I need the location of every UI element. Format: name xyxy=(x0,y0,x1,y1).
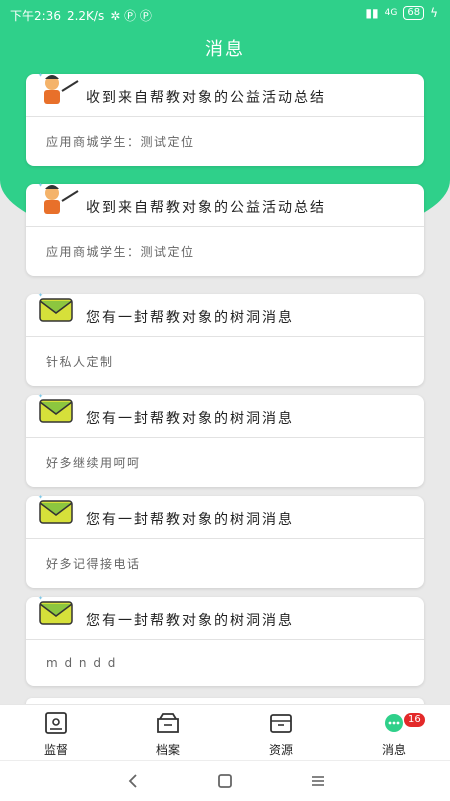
network-type: 4G xyxy=(384,8,398,18)
message-title: 您有一封帮教对象的树洞消息 xyxy=(86,613,294,629)
message-card[interactable]: ✦ 您有一封帮教对象的树洞消息 好多继续用呵呵 xyxy=(26,393,424,487)
teacher-icon: ✦ xyxy=(38,182,79,214)
message-title: 收到来自帮教对象的公益活动总结 xyxy=(86,90,326,106)
recents-icon[interactable] xyxy=(306,771,330,791)
svg-text:✦: ✦ xyxy=(38,182,43,189)
message-body: m d n d d xyxy=(46,656,117,670)
tab-resources[interactable]: 资源 xyxy=(225,711,337,759)
envelope-icon: ✦ xyxy=(38,292,73,322)
system-nav-bar xyxy=(0,760,450,801)
message-card[interactable]: ✦ 收到来自帮教对象的公益活动总结 应用商城学生：测试定位 xyxy=(26,72,424,166)
status-icons: ✲ Ⓟ Ⓟ xyxy=(110,9,152,23)
tab-messages[interactable]: 16 消息 xyxy=(338,711,450,759)
envelope-icon: ✦ xyxy=(38,595,73,625)
svg-text:✦: ✦ xyxy=(38,72,43,79)
message-body: 好多继续用呵呵 xyxy=(46,456,141,470)
message-body: 好多记得接电话 xyxy=(46,557,141,571)
message-title: 收到来自帮教对象的公益活动总结 xyxy=(86,200,326,216)
tab-label: 资源 xyxy=(268,743,293,757)
signal-icon: ▮▮ xyxy=(365,6,379,20)
svg-text:✦: ✦ xyxy=(38,595,43,602)
message-title: 您有一封帮教对象的树洞消息 xyxy=(86,310,294,326)
message-card[interactable]: ✦ 收到来自帮教对象的公益活动总结 应用商城学生：测试定位 xyxy=(26,182,424,276)
status-time: 下午2:36 xyxy=(10,9,61,23)
monitor-icon xyxy=(45,712,67,734)
teacher-icon: ✦ xyxy=(38,72,79,104)
message-title: 您有一封帮教对象的树洞消息 xyxy=(86,411,294,427)
tab-label: 档案 xyxy=(155,743,180,757)
tab-monitor[interactable]: 监督 xyxy=(0,711,112,759)
status-bar: 下午2:36 2.2K/s ✲ Ⓟ Ⓟ ▮▮ 4G 68 ϟ xyxy=(0,0,450,28)
tab-label: 监督 xyxy=(43,743,68,757)
home-icon[interactable] xyxy=(213,771,237,791)
message-body: 应用商城学生：测试定位 xyxy=(46,245,195,259)
status-network-speed: 2.2K/s xyxy=(66,8,105,23)
back-icon[interactable] xyxy=(122,771,146,791)
charging-icon: ϟ xyxy=(430,6,438,20)
bottom-tab-bar: 监督 档案 资源 16 消息 xyxy=(0,704,450,761)
chat-icon xyxy=(385,714,403,732)
message-card[interactable]: ✦ 您有一封帮教对象的树洞消息 m d n d d xyxy=(26,595,424,686)
tab-label: 消息 xyxy=(381,743,406,757)
svg-text:✦: ✦ xyxy=(38,292,43,299)
message-body: 应用商城学生：测试定位 xyxy=(46,135,195,149)
svg-text:✦: ✦ xyxy=(38,393,43,400)
svg-text:✦: ✦ xyxy=(38,494,43,501)
message-title: 您有一封帮教对象的树洞消息 xyxy=(86,512,294,528)
box-icon xyxy=(270,714,292,733)
tab-archive[interactable]: 档案 xyxy=(112,711,224,759)
envelope-icon: ✦ xyxy=(38,393,73,423)
message-body: 针私人定制 xyxy=(46,355,114,369)
page-title: 消息 xyxy=(205,39,245,60)
battery-indicator: 68 xyxy=(403,6,425,20)
envelope-icon: ✦ xyxy=(38,494,73,524)
message-card[interactable]: ✦ 您有一封帮教对象的树洞消息 针私人定制 xyxy=(26,292,424,386)
message-card[interactable]: ✦ 您有一封帮教对象的树洞消息 好多记得接电话 xyxy=(26,494,424,588)
archive-icon xyxy=(157,713,179,733)
unread-badge: 16 xyxy=(404,713,425,727)
